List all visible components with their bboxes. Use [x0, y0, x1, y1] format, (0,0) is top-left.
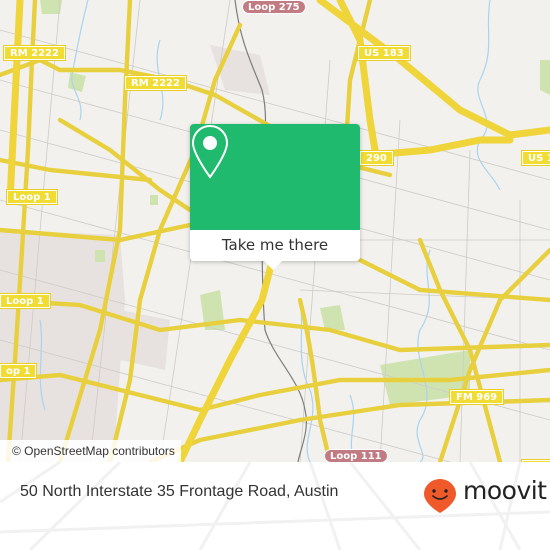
- road-label-us-1-east: US 1: [521, 150, 550, 166]
- map-attribution[interactable]: © OpenStreetMap contributors: [0, 440, 181, 462]
- moovit-pin-icon: [424, 479, 456, 513]
- road-label-loop-111: Loop 111: [324, 449, 388, 462]
- footer-bar: 50 North Interstate 35 Frontage Road, Au…: [0, 462, 550, 550]
- moovit-wordmark: moovit: [463, 476, 547, 505]
- road-label-loop-1-south: op 1: [0, 363, 38, 379]
- road-label-us-290: 290: [359, 150, 394, 166]
- popup-header[interactable]: [190, 124, 360, 230]
- road-label-us-183: US 183: [357, 45, 411, 61]
- map-view[interactable]: Loop 275 RM 2222 RM 2222 US 183 290 US 1…: [0, 0, 550, 462]
- destination-popup[interactable]: Take me there: [190, 124, 360, 270]
- take-me-there-button[interactable]: Take me there: [190, 230, 360, 261]
- road-label-rm-2222-west: RM 2222: [3, 45, 66, 61]
- road-label-loop-1-mid: Loop 1: [0, 293, 51, 309]
- road-label-loop-275: Loop 275: [242, 0, 306, 14]
- location-pin-icon: [191, 124, 229, 179]
- road-label-rm-2222-east: RM 2222: [124, 75, 187, 91]
- popup-pointer: [264, 261, 282, 270]
- road-label-fm-969: FM 969: [448, 389, 505, 405]
- road-label-loop-1-north: Loop 1: [6, 189, 58, 205]
- destination-address: 50 North Interstate 35 Frontage Road, Au…: [20, 483, 339, 500]
